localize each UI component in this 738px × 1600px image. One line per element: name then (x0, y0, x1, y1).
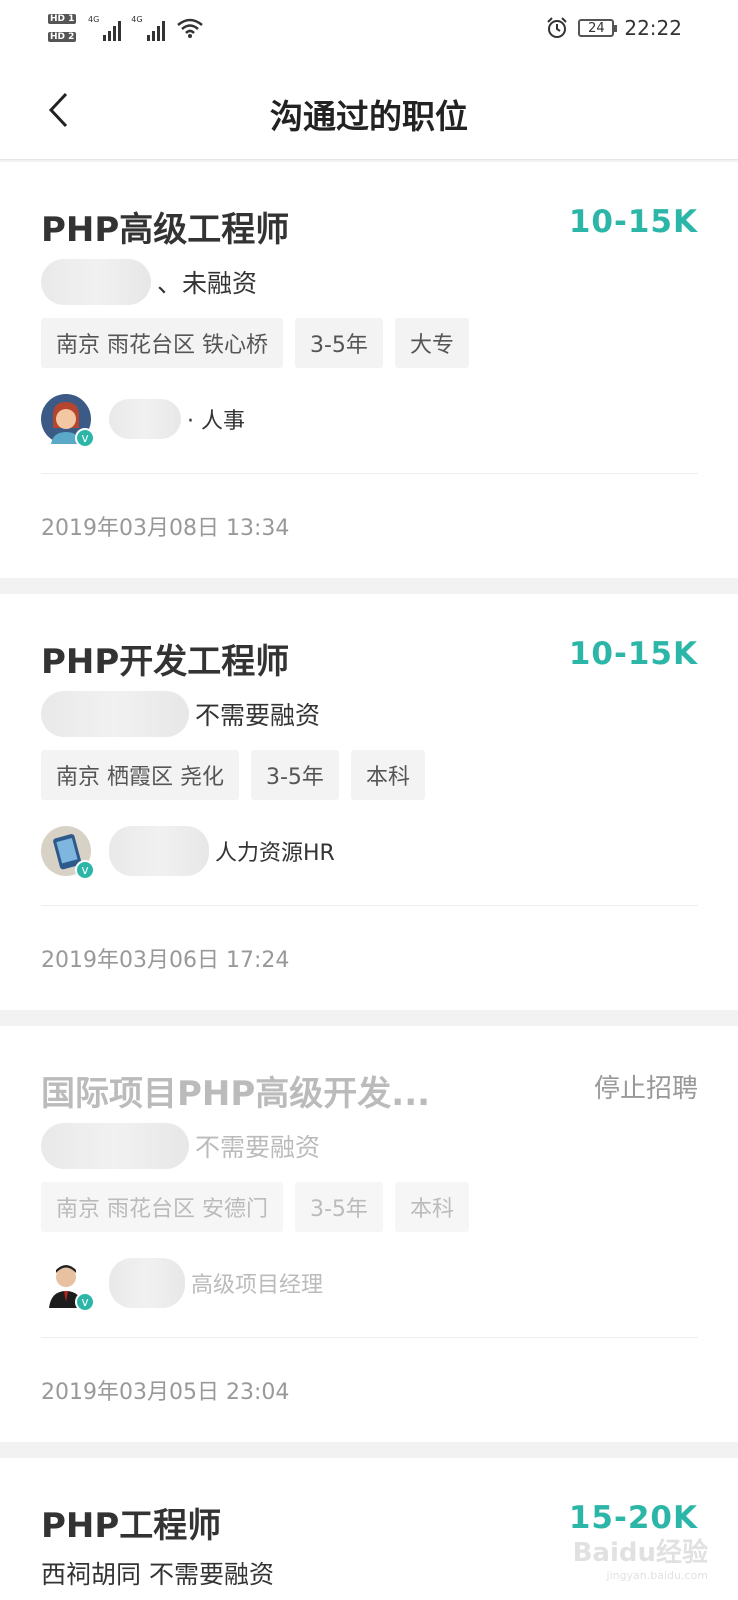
tag-location: 南京 雨花台区 安德门 (41, 1182, 283, 1232)
blurred-recruiter-name (109, 1258, 185, 1308)
tag-location: 南京 雨花台区 铁心桥 (41, 318, 283, 368)
blurred-company-name (41, 259, 151, 305)
chat-date: 2019年03月06日 17:24 (41, 948, 290, 973)
status-bar: HD 1 HD 2 4G 4G 24 22:22 (0, 0, 738, 60)
verified-icon: v (75, 860, 95, 880)
job-card[interactable]: PHP高级工程师 10-15K 、未融资 南京 雨花台区 铁心桥 3-5年 大专… (0, 162, 738, 578)
company-info: 不需要融资 (41, 691, 320, 737)
signal-icon-1: 4G (88, 15, 122, 41)
recruiter-info: v 高级项目经理 (41, 1258, 323, 1312)
chat-date: 2019年03月08日 13:34 (41, 516, 290, 541)
signal-icon-2: 4G (131, 15, 165, 41)
wifi-icon (176, 18, 203, 38)
tag-education: 本科 (394, 1182, 469, 1232)
company-info: 西祠胡同 不需要融资 (41, 1560, 274, 1589)
job-tags: 南京 栖霞区 尧化 3-5年 本科 (41, 750, 425, 800)
status-badge: 停止招聘 (593, 1074, 698, 1104)
job-title: PHP工程师 (41, 1506, 222, 1546)
verified-icon: v (75, 428, 95, 448)
baidu-watermark: Baidu经验 jingyan.baidu.com (572, 1538, 708, 1582)
divider (41, 905, 698, 906)
job-title: 国际项目PHP高级开发... (41, 1074, 431, 1114)
tag-education: 本科 (350, 750, 425, 800)
alarm-icon (547, 17, 568, 38)
company-info: 不需要融资 (41, 1123, 320, 1169)
salary: 10-15K (568, 204, 698, 240)
job-title: PHP高级工程师 (41, 210, 290, 250)
battery-icon: 24 (578, 19, 618, 37)
blurred-company-name (41, 1123, 189, 1169)
salary: 10-15K (568, 636, 698, 672)
recruiter-avatar: v (41, 394, 95, 448)
chat-date: 2019年03月05日 23:04 (41, 1380, 290, 1405)
divider (41, 1337, 698, 1338)
job-card[interactable]: 国际项目PHP高级开发... 停止招聘 不需要融资 南京 雨花台区 安德门 3-… (0, 1026, 738, 1442)
salary: 15-20K (568, 1500, 698, 1536)
tag-experience: 3-5年 (251, 750, 339, 800)
sim2-indicator: HD 2 (48, 32, 77, 42)
recruiter-avatar: v (41, 826, 95, 880)
job-tags: 南京 雨花台区 铁心桥 3-5年 大专 (41, 318, 469, 368)
recruiter-info: v · 人事 (41, 394, 245, 448)
tag-location: 南京 栖霞区 尧化 (41, 750, 239, 800)
company-info: 、未融资 (41, 259, 257, 305)
tag-experience: 3-5年 (295, 1182, 383, 1232)
blurred-recruiter-name (109, 826, 209, 876)
tag-education: 大专 (394, 318, 469, 368)
page-title: 沟通过的职位 (270, 97, 468, 136)
blurred-recruiter-name (109, 399, 181, 439)
recruiter-avatar: v (41, 1258, 95, 1312)
tag-experience: 3-5年 (295, 318, 383, 368)
sim1-indicator: HD 1 (48, 14, 77, 24)
recruiter-info: v 人力资源HR (41, 826, 335, 880)
nav-bar: 沟通过的职位 (0, 60, 738, 160)
job-card[interactable]: PHP开发工程师 10-15K 不需要融资 南京 栖霞区 尧化 3-5年 本科 … (0, 594, 738, 1010)
status-time: 22:22 (624, 16, 682, 40)
job-tags: 南京 雨花台区 安德门 3-5年 本科 (41, 1182, 469, 1232)
blurred-company-name (41, 691, 189, 737)
divider (41, 473, 698, 474)
verified-icon: v (75, 1292, 95, 1312)
job-title: PHP开发工程师 (41, 642, 290, 682)
